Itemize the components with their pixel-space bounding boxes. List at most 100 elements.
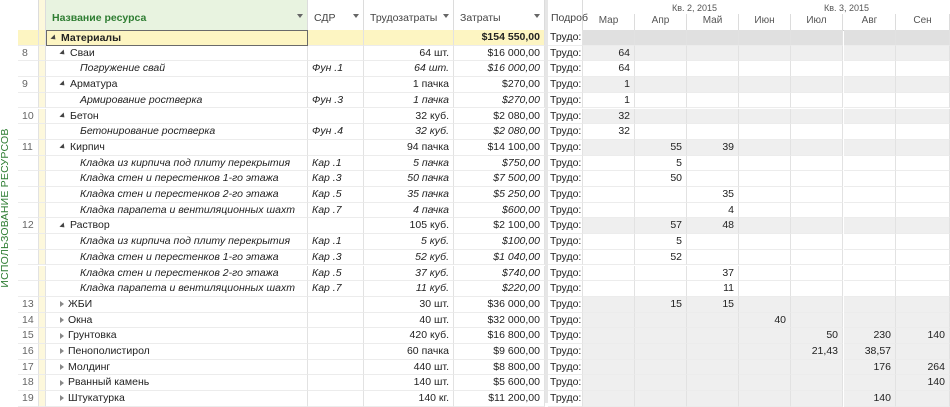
details-cell[interactable]: Трудо:	[548, 155, 583, 172]
column-header-work[interactable]: Трудозатраты	[364, 0, 454, 30]
timephased-cell[interactable]	[583, 328, 635, 344]
expand-triangle-icon[interactable]	[60, 395, 64, 402]
row-number[interactable]: 9	[18, 77, 39, 93]
details-cell[interactable]: Трудо:	[548, 108, 583, 125]
wbs-cell[interactable]: Кар .1	[308, 234, 364, 250]
timephased-cell[interactable]	[896, 30, 950, 46]
timephased-cell[interactable]	[791, 108, 843, 125]
timephased-cell[interactable]	[687, 108, 739, 125]
timephased-cell[interactable]	[687, 234, 739, 250]
cost-cell[interactable]: $14 100,00	[454, 139, 545, 156]
cost-cell[interactable]: $270,00	[454, 77, 545, 93]
timephased-cell[interactable]: 1	[583, 77, 635, 93]
details-cell[interactable]: Трудо:	[548, 61, 583, 78]
resource-name-cell[interactable]: Материалы	[46, 30, 308, 46]
work-cell[interactable]: 140 шт.	[364, 375, 454, 392]
timephased-cell[interactable]	[687, 124, 739, 140]
timephased-cell[interactable]	[687, 391, 739, 407]
timephased-cell[interactable]: 11	[687, 281, 739, 297]
timephased-cell[interactable]	[896, 61, 950, 78]
expand-triangle-icon[interactable]	[60, 332, 64, 339]
assignment-row[interactable]: Кладка из кирпича под плиту перекрытия Ка…	[18, 155, 950, 172]
wbs-cell[interactable]: Кар .7	[308, 202, 364, 219]
timephased-cell[interactable]: 176	[844, 359, 896, 376]
cost-cell[interactable]: $7 500,00	[454, 171, 545, 187]
expand-triangle-icon[interactable]	[60, 301, 64, 308]
wbs-cell[interactable]	[308, 45, 364, 62]
resource-row[interactable]: 9 Арматура 1 пачка $270,00 Трудо: 1	[18, 77, 950, 93]
resource-row[interactable]: 11 Кирпич 94 пачка $14 100,00 Трудо: 55 39	[18, 139, 950, 156]
expand-triangle-icon[interactable]	[60, 363, 64, 370]
timephased-cell[interactable]	[635, 108, 687, 125]
resource-name-cell[interactable]: Кладка стен и перестенков 2-го этажа	[46, 265, 308, 282]
timephased-cell[interactable]	[896, 202, 950, 219]
timephased-cell[interactable]	[739, 61, 791, 78]
timephased-cell[interactable]	[791, 30, 843, 46]
row-number[interactable]	[18, 281, 39, 297]
collapse-triangle-icon[interactable]	[50, 34, 58, 42]
timephased-cell[interactable]: 40	[739, 312, 791, 329]
details-cell[interactable]: Трудо:	[548, 328, 583, 344]
timephased-cell[interactable]: 39	[687, 139, 739, 156]
cost-cell[interactable]: $100,00	[454, 234, 545, 250]
work-cell[interactable]: 1 пачка	[364, 92, 454, 109]
timephased-cell[interactable]	[583, 281, 635, 297]
cost-cell[interactable]: $270,00	[454, 92, 545, 109]
timephased-cell[interactable]	[739, 171, 791, 187]
details-cell[interactable]: Трудо:	[548, 187, 583, 203]
details-cell[interactable]: Трудо:	[548, 218, 583, 235]
timephased-cell[interactable]	[635, 92, 687, 109]
timephased-cell[interactable]	[635, 375, 687, 392]
work-cell[interactable]: 11 куб.	[364, 281, 454, 297]
timephased-cell[interactable]	[739, 30, 791, 46]
timephased-cell[interactable]	[739, 155, 791, 172]
timephased-cell[interactable]	[687, 375, 739, 392]
timephased-cell[interactable]: 32	[583, 108, 635, 125]
work-cell[interactable]: 32 куб.	[364, 108, 454, 125]
wbs-cell[interactable]	[308, 391, 364, 407]
work-cell[interactable]: 420 куб.	[364, 328, 454, 344]
timephased-cell[interactable]	[896, 124, 950, 140]
timephased-cell[interactable]	[896, 344, 950, 360]
timephased-cell[interactable]: 37	[687, 265, 739, 282]
timephased-cell[interactable]	[687, 77, 739, 93]
timephased-cell[interactable]	[739, 139, 791, 156]
wbs-cell[interactable]	[308, 344, 364, 360]
resource-name-cell[interactable]: Арматура	[46, 77, 308, 93]
wbs-cell[interactable]: Кар .1	[308, 155, 364, 172]
resource-row[interactable]: 19 Штукатурка 140 кг. $11 200,00 Трудо: 140	[18, 391, 950, 407]
timephased-cell[interactable]	[687, 92, 739, 109]
timephased-cell[interactable]	[791, 312, 843, 329]
timephased-cell[interactable]: 52	[635, 249, 687, 266]
timephased-cell[interactable]	[687, 344, 739, 360]
timephased-cell[interactable]	[739, 92, 791, 109]
resource-name-cell[interactable]: Раствор	[46, 218, 308, 235]
timephased-cell[interactable]	[583, 139, 635, 156]
details-cell[interactable]: Трудо:	[548, 30, 583, 46]
timephased-cell[interactable]	[583, 202, 635, 219]
timephased-cell[interactable]	[739, 124, 791, 140]
timephased-cell[interactable]	[844, 265, 896, 282]
timephased-cell[interactable]	[844, 375, 896, 392]
work-cell[interactable]: 52 куб.	[364, 249, 454, 266]
timephased-cell[interactable]	[583, 312, 635, 329]
timephased-cell[interactable]	[896, 265, 950, 282]
timephased-cell[interactable]	[896, 45, 950, 62]
column-header-details[interactable]: Подроб	[548, 0, 588, 30]
timephased-cell[interactable]: 50	[635, 171, 687, 187]
cost-cell[interactable]: $32 000,00	[454, 312, 545, 329]
timephased-cell[interactable]	[635, 30, 687, 46]
timephased-cell[interactable]	[739, 391, 791, 407]
resource-name-cell[interactable]: Погружение свай	[46, 61, 308, 78]
timephased-cell[interactable]	[896, 312, 950, 329]
resource-name-cell[interactable]: Армирование ростверка	[46, 92, 308, 109]
work-cell[interactable]: 140 кг.	[364, 391, 454, 407]
timephased-cell[interactable]	[844, 45, 896, 62]
timephased-cell[interactable]	[739, 234, 791, 250]
work-cell[interactable]: 40 шт.	[364, 312, 454, 329]
row-number[interactable]: 8	[18, 45, 39, 62]
timephased-cell[interactable]	[739, 45, 791, 62]
timephased-cell[interactable]	[635, 344, 687, 360]
timephased-cell[interactable]	[791, 249, 843, 266]
resource-row[interactable]: Материалы $154 550,00 Трудо:	[18, 30, 950, 46]
